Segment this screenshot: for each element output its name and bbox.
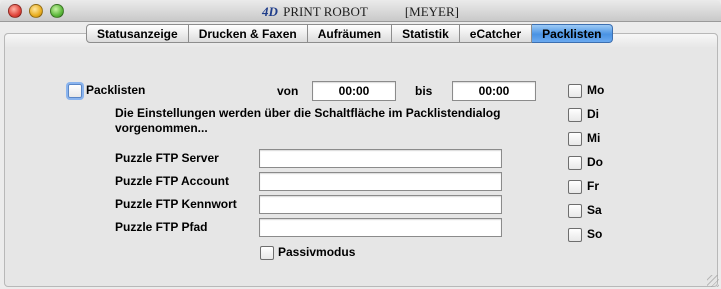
passive-mode-checkbox[interactable] — [260, 246, 274, 260]
ftp-server-field[interactable] — [259, 149, 502, 168]
to-time-field[interactable] — [452, 81, 536, 101]
day-mo-label: Mo — [587, 83, 605, 97]
ftp-account-field[interactable] — [259, 172, 502, 191]
day-sa-checkbox[interactable] — [568, 204, 582, 218]
day-sa-label: Sa — [587, 203, 602, 217]
day-mo-checkbox[interactable] — [568, 84, 582, 98]
day-do-checkbox[interactable] — [568, 156, 582, 170]
from-time-field[interactable] — [312, 81, 396, 101]
day-so-checkbox[interactable] — [568, 228, 582, 242]
tab-packlisten[interactable]: Packlisten — [532, 24, 613, 43]
ftp-password-label: Puzzle FTP Kennwort — [115, 197, 237, 211]
tab-ecatcher[interactable]: eCatcher — [459, 24, 533, 43]
ftp-password-field[interactable] — [259, 195, 502, 214]
app-logo-icon: 4D — [262, 4, 278, 19]
tab-statistik[interactable]: Statistik — [392, 24, 460, 43]
window-titlebar[interactable]: 4D PRINT ROBOT [MEYER] — [0, 0, 721, 22]
user-name: [MEYER] — [404, 4, 459, 19]
tab-statusanzeige[interactable]: Statusanzeige — [86, 24, 189, 43]
day-so-label: So — [587, 227, 603, 241]
ftp-path-field[interactable] — [259, 218, 502, 237]
packlisten-note: Die Einstellungen werden über die Schalt… — [115, 106, 501, 135]
resize-grip-icon[interactable] — [707, 275, 719, 287]
tab-aufraeumen[interactable]: Aufräumen — [307, 24, 393, 43]
ftp-account-label: Puzzle FTP Account — [115, 174, 230, 188]
to-label: bis — [415, 84, 433, 98]
window-title: 4D PRINT ROBOT [MEYER] — [0, 4, 721, 20]
passive-mode-label: Passivmodus — [278, 245, 356, 259]
day-mi-checkbox[interactable] — [568, 132, 582, 146]
day-di-label: Di — [587, 107, 599, 121]
app-title: PRINT ROBOT — [283, 4, 368, 19]
day-fr-checkbox[interactable] — [568, 180, 582, 194]
day-fr-label: Fr — [587, 179, 599, 193]
from-label: von — [277, 84, 299, 98]
day-di-checkbox[interactable] — [568, 108, 582, 122]
day-do-label: Do — [587, 155, 603, 169]
tab-drucken-faxen[interactable]: Drucken & Faxen — [188, 24, 308, 43]
packlisten-checkbox[interactable] — [68, 84, 82, 98]
tab-bar: Statusanzeige Drucken & Faxen Aufräumen … — [86, 24, 613, 43]
packlisten-label: Packlisten — [86, 83, 146, 97]
day-mi-label: Mi — [587, 131, 601, 145]
ftp-server-label: Puzzle FTP Server — [115, 151, 219, 165]
ftp-path-label: Puzzle FTP Pfad — [115, 220, 208, 234]
